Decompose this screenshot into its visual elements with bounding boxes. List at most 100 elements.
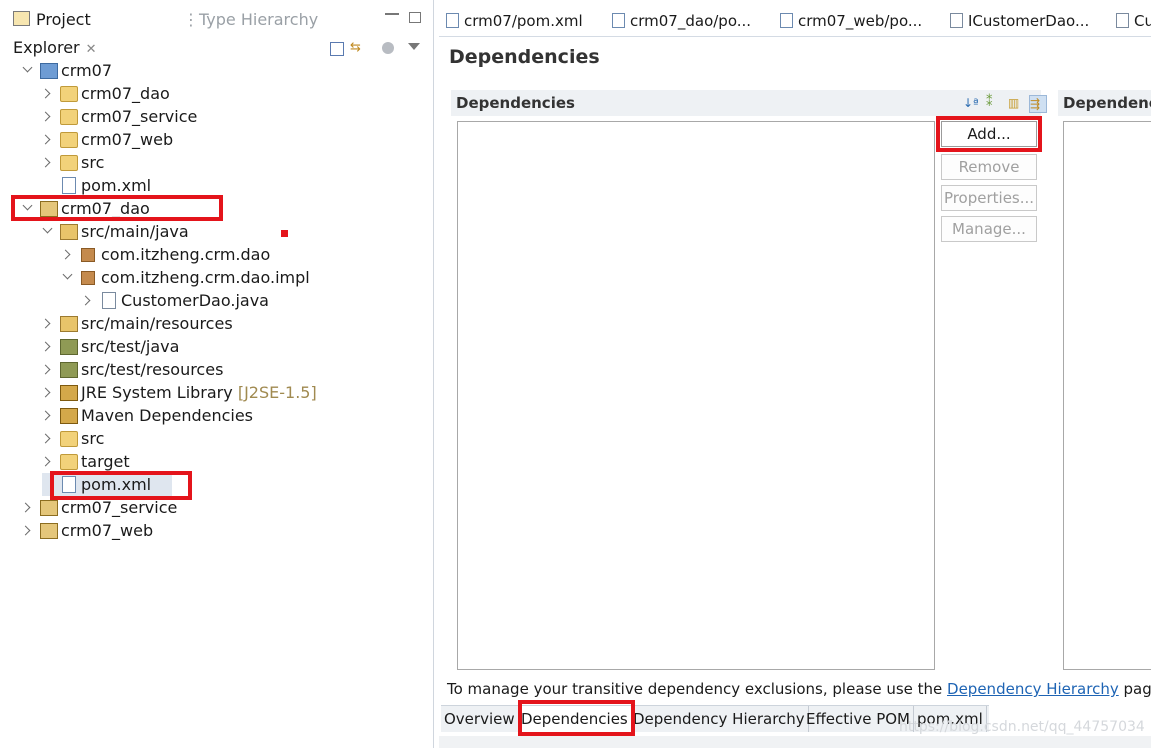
tree-item-label: com.itzheng.crm.dao.impl xyxy=(101,268,310,287)
tree-item-label: crm07_dao xyxy=(81,84,170,103)
tree-item-label: crm07_web xyxy=(81,130,174,149)
chevron-right-icon[interactable] xyxy=(40,318,51,329)
tree-item-label: CustomerDao.java xyxy=(121,291,269,310)
library-icon xyxy=(60,385,78,401)
source-folder-icon xyxy=(60,316,78,332)
editor-tab-label: crm07_web/po... xyxy=(798,12,923,30)
tab-type-hierarchy-label: Type Hierarchy xyxy=(199,10,319,29)
editor-tab-icustomerdao[interactable]: ICustomerDao... xyxy=(950,6,1089,36)
editor-tab-crm07-dao-pom[interactable]: crm07_dao/po... xyxy=(612,6,751,36)
view-menu-icon[interactable] xyxy=(408,43,420,50)
chevron-down-icon[interactable] xyxy=(62,269,73,280)
tree-item-label: target xyxy=(81,452,130,471)
tree-item-label: crm07_service xyxy=(81,107,198,126)
dependencies-section-header: Dependencies ↓ª ⁑ ▥ ⇶ xyxy=(451,90,1047,116)
type-hierarchy-icon: ⋮ xyxy=(183,10,199,29)
watermark: https://blog.csdn.net/qq_44757034 xyxy=(899,719,1145,735)
dependency-hierarchy-link[interactable]: Dependency Hierarchy xyxy=(947,680,1119,698)
collapse-all-icon[interactable] xyxy=(330,42,344,56)
maven-module-icon xyxy=(40,523,58,539)
maximize-icon[interactable] xyxy=(409,12,421,23)
jre-label: JRE System Library xyxy=(81,383,233,402)
chevron-right-icon[interactable] xyxy=(40,410,51,421)
remove-button[interactable]: Remove xyxy=(941,154,1037,180)
editor-tab-label: ICustomerDao... xyxy=(968,12,1090,30)
filter-icon[interactable] xyxy=(382,42,394,54)
highlight-box-add xyxy=(936,116,1042,152)
note-text: To manage your transitive dependency exc… xyxy=(447,680,948,698)
note-text-end: page. xyxy=(1123,680,1151,698)
tree-item-label: JRE System Library [J2SE-1.5] xyxy=(81,381,317,404)
chevron-right-icon[interactable] xyxy=(40,387,51,398)
tree-item-label: Maven Dependencies xyxy=(81,406,254,425)
page-tab-overview[interactable]: Overview xyxy=(441,706,519,732)
editor-tab-crm07-web-pom[interactable]: crm07_web/po... xyxy=(780,6,922,36)
minimize-icon[interactable] xyxy=(385,10,399,15)
chevron-right-icon[interactable] xyxy=(40,134,51,145)
page-tab-effective-pom[interactable]: Effective POM xyxy=(803,706,915,732)
folder-icon xyxy=(60,109,78,125)
pom-editor: crm07/pom.xml crm07_dao/po... crm07_web/… xyxy=(439,0,1151,748)
tree-item-label: src/test/java xyxy=(81,337,180,356)
folder-icon xyxy=(60,431,78,447)
filter-dependencies-icon[interactable]: ⇶ xyxy=(1029,95,1047,113)
tree-item-label: src xyxy=(81,153,105,172)
maven-module-icon xyxy=(40,500,58,516)
chevron-right-icon[interactable] xyxy=(40,157,51,168)
chevron-right-icon[interactable] xyxy=(40,111,51,122)
tree-item-label: pom.xml xyxy=(81,176,152,195)
tree-item-label: crm07 xyxy=(61,61,113,80)
manage-button[interactable]: Manage... xyxy=(941,216,1037,242)
chevron-down-icon[interactable] xyxy=(42,223,53,234)
test-folder-icon xyxy=(60,362,78,378)
chevron-right-icon[interactable] xyxy=(20,502,31,513)
chevron-right-icon[interactable] xyxy=(40,88,51,99)
jre-version-decoration: [J2SE-1.5] xyxy=(237,383,317,402)
properties-button[interactable]: Properties... xyxy=(941,185,1037,211)
link-with-editor-icon[interactable]: ⇆ xyxy=(350,41,364,55)
side-section-title: Dependency xyxy=(1063,94,1151,112)
highlight-box-pom-xml xyxy=(50,471,192,500)
editor-tab-label: Cu xyxy=(1134,12,1151,30)
editor-tab-label: crm07/pom.xml xyxy=(464,12,583,30)
folder-icon xyxy=(60,132,78,148)
dependencies-list[interactable] xyxy=(457,121,935,670)
folder-icon xyxy=(60,86,78,102)
project-explorer-panel: Project Explorer ✕ ⋮Type Hierarchy ⇆ crm0… xyxy=(0,0,434,748)
editor-tab-label: crm07_dao/po... xyxy=(630,12,752,30)
tree-item-label: crm07_web xyxy=(61,521,154,540)
tab-type-hierarchy[interactable]: ⋮Type Hierarchy xyxy=(183,6,318,34)
tab-project-explorer[interactable]: Project Explorer ✕ xyxy=(13,6,179,57)
chevron-right-icon[interactable] xyxy=(40,456,51,467)
test-folder-icon xyxy=(60,339,78,355)
tree-item-label: com.itzheng.crm.dao xyxy=(101,245,271,264)
java-file-icon xyxy=(950,13,963,28)
chevron-right-icon[interactable] xyxy=(40,433,51,444)
page-tab-dependency-hierarchy[interactable]: Dependency Hierarchy xyxy=(630,706,809,732)
chevron-right-icon[interactable] xyxy=(20,525,31,536)
dependency-management-header: Dependency xyxy=(1058,90,1151,116)
view-tab-bar: Project Explorer ✕ ⋮Type Hierarchy xyxy=(13,6,433,57)
form-title: Dependencies xyxy=(449,46,600,68)
chevron-right-icon[interactable] xyxy=(40,364,51,375)
columns-icon[interactable]: ▥ xyxy=(1008,95,1024,111)
library-icon xyxy=(60,408,78,424)
bottom-toolbar-strip xyxy=(439,736,1151,748)
xml-file-icon xyxy=(780,13,793,28)
chevron-right-icon[interactable] xyxy=(60,249,71,260)
maven-project-icon xyxy=(40,63,58,79)
source-folder-icon xyxy=(60,224,78,240)
tree-item-label: src/main/java xyxy=(81,222,189,241)
chevron-down-icon[interactable] xyxy=(22,62,33,73)
chevron-right-icon[interactable] xyxy=(40,341,51,352)
show-group-id-icon[interactable]: ⁑ xyxy=(986,95,1002,111)
xml-file-icon xyxy=(612,13,625,28)
editor-tab-crm07-pom[interactable]: crm07/pom.xml xyxy=(446,6,583,36)
chevron-right-icon[interactable] xyxy=(80,295,91,306)
package-icon xyxy=(81,271,95,285)
close-icon[interactable]: ✕ xyxy=(86,42,97,57)
red-marker xyxy=(281,230,288,237)
editor-tab-cu[interactable]: Cu xyxy=(1116,6,1151,36)
sort-icon[interactable]: ↓ª xyxy=(963,95,979,111)
dependency-management-list[interactable] xyxy=(1063,121,1151,670)
